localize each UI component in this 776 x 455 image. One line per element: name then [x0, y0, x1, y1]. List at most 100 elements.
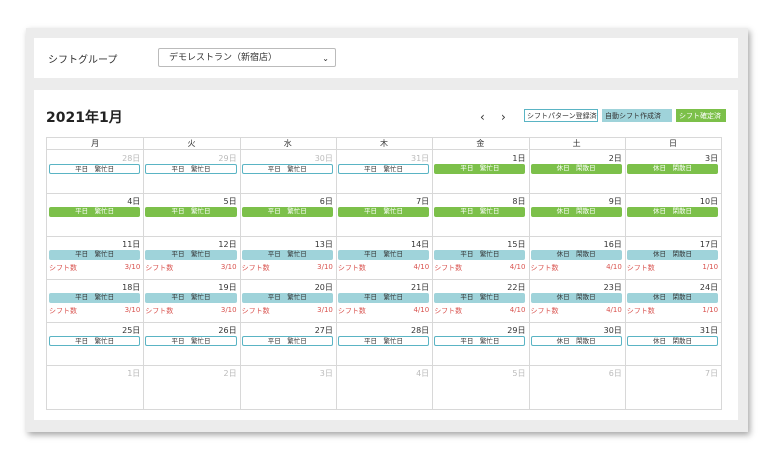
calendar-day-cell[interactable]: 26日 平日 繁忙日: [143, 322, 239, 365]
day-type-tag[interactable]: 平日 繁忙日: [145, 207, 237, 217]
day-type-tag[interactable]: 平日 繁忙日: [145, 164, 237, 174]
day-type-tag[interactable]: 平日 繁忙日: [241, 336, 333, 346]
calendar-day-cell[interactable]: 6日: [529, 365, 625, 408]
calendar-day-cell[interactable]: 10日 休日 閑散日: [625, 193, 721, 236]
calendar-day-cell[interactable]: 4日 平日 繁忙日: [47, 193, 143, 236]
calendar-day-cell[interactable]: 3日: [240, 365, 336, 408]
day-type-tag[interactable]: 平日 繁忙日: [434, 207, 526, 217]
day-type-tag[interactable]: 平日 繁忙日: [145, 293, 237, 303]
day-type-tag[interactable]: 休日 閑散日: [530, 250, 622, 260]
calendar-day-cell[interactable]: 18日 平日 繁忙日 シフト数 3/10: [47, 279, 143, 322]
calendar-day-cell[interactable]: 30日 休日 閑散日: [529, 322, 625, 365]
calendar-day-cell[interactable]: 3日 休日 閑散日: [625, 150, 721, 193]
calendar-day-cell[interactable]: 15日 平日 繁忙日 シフト数 4/10: [432, 236, 528, 279]
day-type-tag[interactable]: 休日 閑散日: [530, 207, 622, 217]
shift-group-selected: デモレストラン（新宿店）: [169, 53, 278, 63]
calendar-day-cell[interactable]: 11日 平日 繁忙日 シフト数 3/10: [47, 236, 143, 279]
day-type-tag[interactable]: 休日 閑散日: [626, 250, 719, 260]
calendar-day-cell[interactable]: 13日 平日 繁忙日 シフト数 3/10: [240, 236, 336, 279]
day-type-tag[interactable]: 平日 繁忙日: [337, 336, 430, 346]
day-type-tag[interactable]: 休日 閑散日: [626, 293, 719, 303]
shift-count-value: 1/10: [702, 263, 719, 271]
day-type-tag[interactable]: 平日 繁忙日: [49, 293, 141, 303]
day-type-tag[interactable]: 平日 繁忙日: [434, 164, 526, 174]
day-type-tag[interactable]: 平日 繁忙日: [145, 336, 237, 346]
calendar-day-cell[interactable]: 28日 平日 繁忙日: [47, 150, 143, 193]
shift-group-select[interactable]: デモレストラン（新宿店） ⌄: [158, 48, 336, 67]
calendar-day-cell[interactable]: 7日: [625, 365, 721, 408]
shift-count-value: 4/10: [509, 263, 526, 271]
calendar-day-cell[interactable]: 14日 平日 繁忙日 シフト数 4/10: [336, 236, 432, 279]
calendar-day-cell[interactable]: 7日 平日 繁忙日: [336, 193, 432, 236]
calendar-day-cell[interactable]: 9日 休日 閑散日: [529, 193, 625, 236]
calendar-day-cell[interactable]: 22日 平日 繁忙日 シフト数 4/10: [432, 279, 528, 322]
day-type-tag[interactable]: 平日 繁忙日: [49, 250, 141, 260]
day-number: 9日: [608, 197, 622, 206]
calendar-day-cell[interactable]: 23日 休日 閑散日 シフト数 4/10: [529, 279, 625, 322]
calendar-day-cell[interactable]: 28日 平日 繁忙日: [336, 322, 432, 365]
day-type-tag[interactable]: 休日 閑散日: [626, 207, 719, 217]
day-type-tag[interactable]: 平日 繁忙日: [337, 164, 430, 174]
next-month-button[interactable]: ›: [501, 110, 506, 124]
calendar-day-cell[interactable]: 31日 平日 繁忙日: [336, 150, 432, 193]
calendar-day-cell[interactable]: 1日: [47, 365, 143, 408]
day-type-tag[interactable]: 平日 繁忙日: [337, 207, 430, 217]
calendar-day-cell[interactable]: 6日 平日 繁忙日: [240, 193, 336, 236]
calendar-day-cell[interactable]: 19日 平日 繁忙日 シフト数 3/10: [143, 279, 239, 322]
day-type-tag[interactable]: 休日 閑散日: [530, 293, 622, 303]
shift-count-value: 1/10: [702, 306, 719, 314]
day-type-tag[interactable]: 休日 閑散日: [530, 164, 622, 174]
calendar-day-cell[interactable]: 24日 休日 閑散日 シフト数 1/10: [625, 279, 721, 322]
day-type-tag[interactable]: 平日 繁忙日: [241, 207, 333, 217]
calendar-day-cell[interactable]: 25日 平日 繁忙日: [47, 322, 143, 365]
calendar-day-cell[interactable]: 21日 平日 繁忙日 シフト数 4/10: [336, 279, 432, 322]
shift-count-value: 4/10: [606, 306, 622, 314]
calendar-day-cell[interactable]: 12日 平日 繁忙日 シフト数 3/10: [143, 236, 239, 279]
calendar-day-cell[interactable]: 20日 平日 繁忙日 シフト数 3/10: [240, 279, 336, 322]
day-type-tag[interactable]: 平日 繁忙日: [241, 250, 333, 260]
day-type-tag[interactable]: 平日 繁忙日: [241, 164, 333, 174]
day-type-tag[interactable]: 平日 繁忙日: [434, 293, 526, 303]
day-number: 6日: [608, 369, 622, 378]
day-type-tag[interactable]: 平日 繁忙日: [49, 336, 141, 346]
day-type-tag[interactable]: 平日 繁忙日: [241, 293, 333, 303]
day-number: 3日: [319, 369, 333, 378]
day-type-tag[interactable]: 平日 繁忙日: [434, 336, 526, 346]
day-number: 19日: [218, 283, 237, 292]
day-number: 20日: [314, 283, 333, 292]
calendar-day-cell[interactable]: 2日: [143, 365, 239, 408]
calendar-day-cell[interactable]: 5日 平日 繁忙日: [143, 193, 239, 236]
calendar-day-cell[interactable]: 17日 休日 閑散日 シフト数 1/10: [625, 236, 721, 279]
day-type-tag[interactable]: 平日 繁忙日: [49, 207, 141, 217]
calendar-day-cell[interactable]: 29日 平日 繁忙日: [143, 150, 239, 193]
day-type-tag[interactable]: 平日 繁忙日: [337, 293, 430, 303]
day-type-tag[interactable]: 休日 閑散日: [626, 336, 719, 346]
day-type-tag[interactable]: 平日 繁忙日: [337, 250, 430, 260]
day-type-tag[interactable]: 休日 閑散日: [626, 164, 719, 174]
calendar-day-cell[interactable]: 16日 休日 閑散日 シフト数 4/10: [529, 236, 625, 279]
calendar-day-cell[interactable]: 8日 平日 繁忙日: [432, 193, 528, 236]
day-number: 31日: [411, 154, 430, 163]
calendar-day-cell[interactable]: 4日: [336, 365, 432, 408]
calendar-day-cell[interactable]: 31日 休日 閑散日: [625, 322, 721, 365]
day-type-tag[interactable]: 平日 繁忙日: [49, 164, 141, 174]
shift-count-value: 4/10: [606, 263, 622, 271]
calendar-day-cell[interactable]: 1日 平日 繁忙日: [432, 150, 528, 193]
day-number: 28日: [411, 326, 430, 335]
day-type-tag[interactable]: 平日 繁忙日: [434, 250, 526, 260]
calendar-day-cell[interactable]: 30日 平日 繁忙日: [240, 150, 336, 193]
day-number: 21日: [411, 283, 430, 292]
day-type-tag[interactable]: 休日 閑散日: [530, 336, 622, 346]
calendar-day-cell[interactable]: 27日 平日 繁忙日: [240, 322, 336, 365]
weekday-header: 月: [47, 138, 144, 150]
calendar-day-cell[interactable]: 5日: [432, 365, 528, 408]
weekday-header: 土: [528, 138, 625, 150]
calendar-day-cell[interactable]: 2日 休日 閑散日: [529, 150, 625, 193]
day-number: 4日: [127, 197, 141, 206]
day-number: 1日: [512, 154, 526, 163]
calendar-day-cell[interactable]: 29日 平日 繁忙日: [432, 322, 528, 365]
prev-month-button[interactable]: ‹: [480, 110, 485, 124]
day-type-tag[interactable]: 平日 繁忙日: [145, 250, 237, 260]
day-number: 2日: [223, 369, 237, 378]
day-number: 23日: [603, 283, 622, 292]
